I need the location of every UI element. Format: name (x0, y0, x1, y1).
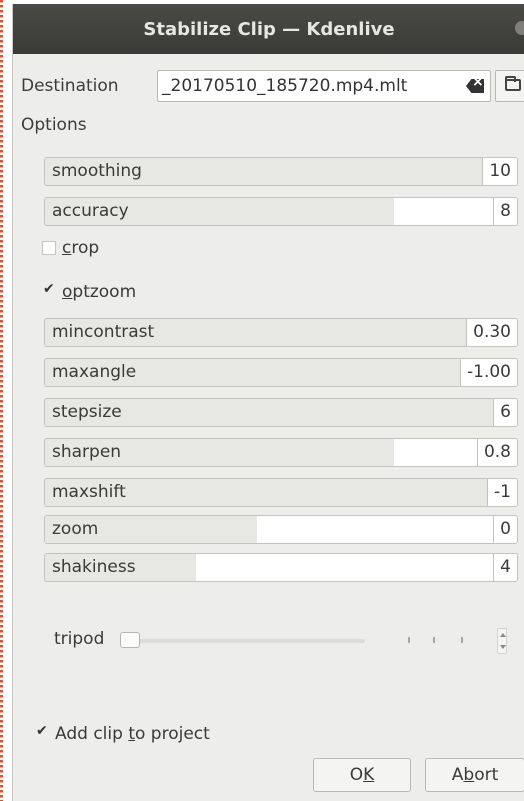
destination-label: Destination (21, 76, 119, 96)
param-accuracy[interactable]: accuracy 8 (44, 197, 518, 226)
param-name: mincontrast (52, 322, 155, 342)
param-stepsize[interactable]: stepsize 6 (44, 398, 518, 427)
param-maxshift[interactable]: maxshift -1 (44, 478, 518, 507)
add-clip-checkbox[interactable]: Add clip to project (35, 723, 210, 744)
clear-icon[interactable] (466, 79, 484, 93)
param-value[interactable]: 10 (482, 158, 517, 185)
param-value[interactable]: 0 (493, 516, 517, 543)
tripod-spin-arrows-icon[interactable] (497, 628, 507, 654)
title-bar: Stabilize Clip — Kdenlive (13, 4, 524, 54)
optzoom-label: optzoom (62, 282, 137, 302)
param-smoothing[interactable]: smoothing 10 (44, 157, 518, 186)
crop-label: crop (62, 238, 100, 258)
add-clip-label: Add clip to project (55, 724, 210, 744)
crop-checkbox[interactable]: crop (42, 238, 99, 258)
param-value[interactable]: -1.00 (460, 359, 517, 386)
slider-tick (461, 637, 463, 643)
window-control-button[interactable] (515, 21, 524, 35)
destination-input[interactable]: _20170510_185720.mp4.mlt (157, 70, 491, 102)
browse-button[interactable] (495, 70, 524, 102)
tripod-slider-track[interactable] (125, 639, 365, 643)
check-icon[interactable] (42, 281, 56, 299)
param-shakiness[interactable]: shakiness 4 (44, 553, 518, 582)
check-icon[interactable] (35, 723, 49, 741)
options-label: Options (21, 115, 87, 135)
param-name: smoothing (52, 161, 142, 181)
param-value[interactable]: -1 (487, 479, 517, 506)
slider-tick (408, 637, 410, 643)
tripod-slider-handle[interactable] (120, 632, 140, 648)
tripod-label: tripod (54, 629, 105, 649)
window-title: Stabilize Clip — Kdenlive (143, 18, 395, 40)
abort-button[interactable]: Ab ort (425, 758, 524, 792)
folder-icon (505, 76, 521, 91)
param-mincontrast[interactable]: mincontrast 0.30 (44, 318, 518, 347)
slider-tick (433, 637, 435, 643)
param-name: accuracy (52, 201, 129, 221)
destination-value: _20170510_185720.mp4.mlt (162, 76, 408, 96)
stabilize-dialog: Stabilize Clip — Kdenlive Destination _2… (12, 4, 524, 801)
crop-checkbox-box[interactable] (42, 241, 56, 255)
param-name: sharpen (52, 442, 122, 462)
page-edge-decoration (0, 0, 3, 801)
ok-button[interactable]: OK (313, 758, 411, 792)
param-name: zoom (52, 519, 99, 539)
param-value[interactable]: 4 (493, 554, 517, 581)
param-value[interactable]: 0.30 (466, 319, 517, 346)
param-maxangle[interactable]: maxangle -1.00 (44, 358, 518, 387)
param-value[interactable]: 6 (493, 399, 517, 426)
param-sharpen[interactable]: sharpen 0.8 (44, 438, 518, 467)
optzoom-checkbox[interactable]: optzoom (42, 281, 137, 302)
param-value[interactable]: 8 (493, 198, 517, 225)
param-value[interactable]: 0.8 (476, 439, 517, 466)
param-name: stepsize (52, 402, 122, 422)
param-name: maxshift (52, 482, 126, 502)
param-zoom[interactable]: zoom 0 (44, 515, 518, 544)
param-name: maxangle (52, 362, 137, 382)
param-name: shakiness (52, 557, 136, 577)
